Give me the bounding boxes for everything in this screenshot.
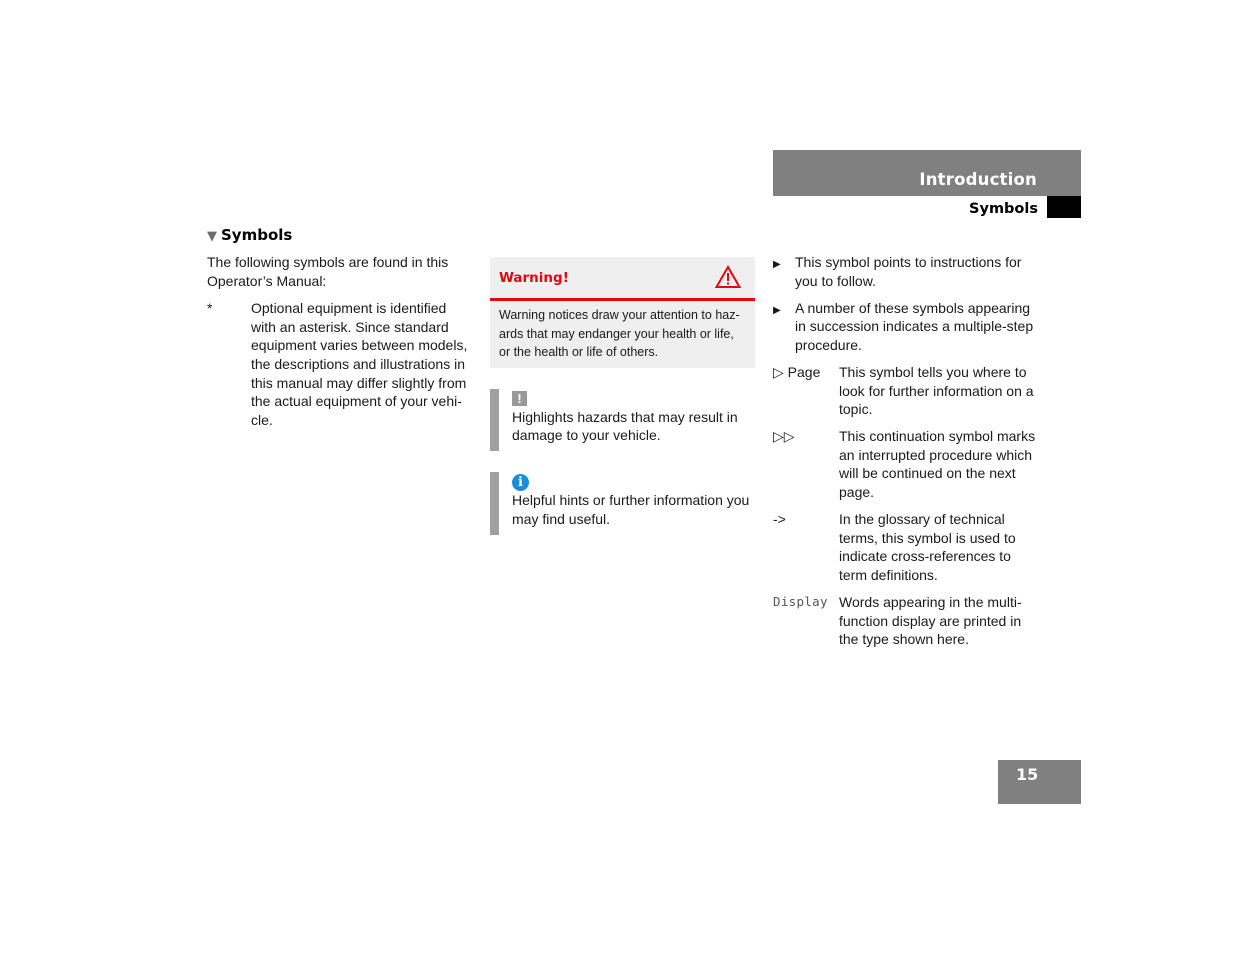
item-description: This symbol tells you where to look for … bbox=[839, 363, 1034, 418]
arrow-right-icon: ▶ bbox=[773, 304, 781, 316]
damage-note: ! Highlights hazards that may result in … bbox=[490, 389, 755, 451]
list-item: ▷▷ This continuation symbol marks an int… bbox=[773, 427, 1041, 501]
info-note: i Helpful hints or further information y… bbox=[490, 472, 755, 535]
page-reference-symbol: ▷ Page bbox=[773, 363, 821, 380]
page-number-box: 15 bbox=[998, 760, 1081, 804]
list-item: ▶ This symbol points to instructions for… bbox=[773, 253, 1041, 290]
note-bar bbox=[490, 389, 499, 451]
item-description: Words appearing in the multi-function di… bbox=[839, 594, 1022, 648]
section-heading-label: Symbols bbox=[221, 226, 293, 244]
section-heading: ▼ Symbols bbox=[207, 226, 292, 244]
warning-triangle-icon bbox=[715, 265, 741, 288]
note-text: Highlights hazards that may result in da… bbox=[512, 408, 738, 444]
intro-column: The following symbols are found in this … bbox=[207, 253, 472, 429]
warning-text: Warning notices draw your attention to h… bbox=[499, 308, 740, 359]
section-marker-block bbox=[1047, 196, 1081, 218]
continuation-symbol: ▷▷ bbox=[773, 428, 795, 445]
item-description: This continuation symbol marks an interr… bbox=[839, 428, 1036, 501]
list-item: ▷ Page This symbol tells you where to lo… bbox=[773, 363, 1041, 419]
display-font-sample: Display bbox=[773, 594, 828, 609]
list-item: ▶ A number of these symbols appearing in… bbox=[773, 299, 1041, 355]
triangle-down-icon: ▼ bbox=[207, 229, 217, 244]
list-item: * Optional equipment is identified with … bbox=[207, 299, 472, 429]
section-title: Symbols bbox=[969, 201, 1038, 217]
intro-text: The following symbols are found in this … bbox=[207, 254, 449, 289]
warning-box: Warning! Warning notices draw your atten… bbox=[490, 257, 755, 368]
item-description: A number of these symbols appearing in s… bbox=[795, 299, 1034, 353]
asterisk-symbol: * bbox=[207, 300, 213, 317]
arrow-right-icon: ▶ bbox=[773, 259, 781, 270]
exclamation-icon: ! bbox=[512, 391, 527, 406]
cross-reference-symbol: -> bbox=[773, 511, 786, 528]
item-description: Optional equipment is identified with an… bbox=[251, 300, 468, 428]
symbols-column: ▶ This symbol points to instructions for… bbox=[773, 253, 1041, 657]
note-text: Helpful hints or further information you… bbox=[512, 492, 750, 527]
chapter-title: Introduction bbox=[919, 170, 1037, 189]
page-number: 15 bbox=[1016, 765, 1039, 784]
list-item: -> In the glossary of technical terms, t… bbox=[773, 510, 1041, 584]
warning-header: Warning! bbox=[490, 257, 755, 301]
item-description: In the glossary of technical terms, this… bbox=[839, 511, 1016, 583]
chapter-header-bar: Introduction bbox=[773, 150, 1081, 196]
info-icon: i bbox=[512, 474, 529, 491]
warning-title: Warning! bbox=[499, 270, 569, 286]
note-bar bbox=[490, 472, 499, 535]
list-item: Display Words appearing in the multi-fun… bbox=[773, 593, 1041, 649]
section-header: Symbols bbox=[773, 196, 1047, 218]
item-description: This symbol points to instructions for y… bbox=[795, 254, 1022, 289]
